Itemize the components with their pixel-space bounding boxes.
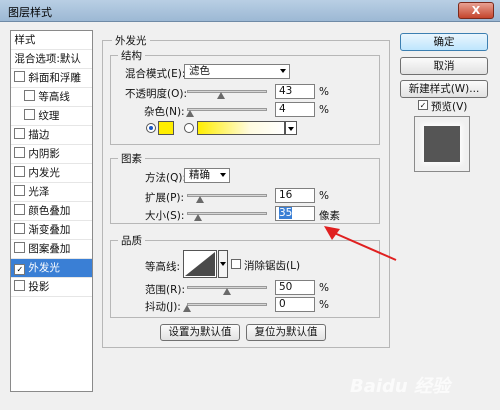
contour-label: 等高线: [145,261,181,273]
preview-checkbox[interactable]: ✓ [418,100,428,110]
checkbox[interactable] [14,242,26,253]
checkbox[interactable] [14,166,26,177]
annotation-arrow [324,226,397,261]
checkbox[interactable] [14,185,26,196]
checkbox-checked[interactable]: ✓ [14,264,26,275]
contour-picker-button[interactable] [218,250,228,278]
glow-gradient-swatch[interactable] [197,121,285,135]
preview-label: 预览(V) [431,101,468,113]
ok-button[interactable]: 确定 [400,33,488,51]
technique-dropdown[interactable]: 精确 [184,168,230,183]
blend-mode-dropdown[interactable]: 滤色 [184,64,290,79]
opacity-slider-track[interactable] [187,90,267,93]
checkbox[interactable] [14,223,26,234]
technique-value: 精确 [189,169,210,181]
solid-color-radio[interactable] [146,123,156,133]
new-style-button[interactable]: 新建样式(W)... [400,80,488,98]
elements-title: 图素 [118,151,145,166]
noise-percent: % [319,104,329,116]
size-input[interactable]: 35 [275,206,315,221]
set-default-button[interactable]: 设置为默认值 [160,324,240,341]
close-button[interactable]: X [458,2,494,19]
noise-label: 杂色(N): [144,106,185,118]
style-item-satin[interactable]: 光泽 [11,183,92,202]
style-item-stroke[interactable]: 描边 [11,126,92,145]
style-item-bevel-emboss[interactable]: 斜面和浮雕 [11,69,92,88]
opacity-input[interactable]: 43 [275,84,315,99]
range-slider-thumb[interactable] [223,288,231,295]
checkbox[interactable] [14,280,26,291]
blend-mode-value: 滤色 [189,65,210,77]
range-input[interactable]: 50 [275,280,315,295]
reset-default-button[interactable]: 复位为默认值 [246,324,326,341]
style-item-color-overlay[interactable]: 颜色叠加 [11,202,92,221]
chevron-down-icon [220,173,226,177]
style-item-outer-glow[interactable]: ✓ 外发光 [11,259,92,278]
range-percent: % [319,282,329,294]
style-item-blending-options[interactable]: 混合选项:默认 [11,50,92,69]
size-slider-thumb[interactable] [194,214,203,221]
checkbox[interactable] [14,128,26,139]
chevron-down-icon [280,69,286,73]
spread-percent: % [319,190,329,202]
spread-input[interactable]: 16 [275,188,315,203]
antialias-checkbox[interactable] [231,259,241,269]
spread-label: 扩展(P): [145,192,185,204]
outer-glow-title: 外发光 [112,33,150,48]
style-preview-box [414,116,470,172]
style-item-gradient-overlay[interactable]: 渐变叠加 [11,221,92,240]
style-item-inner-glow[interactable]: 内发光 [11,164,92,183]
style-list-header[interactable]: 样式 [11,31,92,50]
blend-mode-label: 混合模式(E): [125,68,186,80]
checkbox[interactable] [14,147,26,158]
structure-title: 结构 [118,48,145,63]
glow-color-swatch[interactable] [158,121,174,135]
style-list: 样式 混合选项:默认 斜面和浮雕 等高线 纹理 描边 内阴影 内发光 光泽 颜色… [10,30,93,392]
contour-preview[interactable] [183,250,217,278]
style-item-drop-shadow[interactable]: 投影 [11,278,92,297]
quality-title: 品质 [118,233,145,248]
style-item-texture[interactable]: 纹理 [11,107,92,126]
watermark: Baidu 经验 [350,376,451,397]
chevron-down-icon [288,127,294,131]
style-item-pattern-overlay[interactable]: 图案叠加 [11,240,92,259]
antialias-label: 消除锯齿(L) [244,260,301,272]
window-title: 图层样式 [8,6,52,19]
preview-thumbnail [424,126,460,162]
technique-label: 方法(Q): [145,172,186,184]
checkbox[interactable] [14,204,26,215]
noise-slider-thumb[interactable] [186,110,195,117]
checkbox[interactable] [24,109,36,120]
style-item-inner-shadow[interactable]: 内阴影 [11,145,92,164]
contour-curve-icon [185,252,215,276]
gradient-picker-button[interactable] [285,121,297,135]
range-label: 范围(R): [145,284,186,296]
noise-input[interactable]: 4 [275,102,315,117]
noise-slider-track[interactable] [187,108,267,111]
jitter-slider-track[interactable] [187,303,267,306]
cancel-button[interactable]: 取消 [400,57,488,75]
jitter-input[interactable]: 0 [275,297,315,312]
opacity-slider-thumb[interactable] [217,92,226,99]
jitter-label: 抖动(J): [145,301,181,313]
checkbox[interactable] [14,71,26,82]
gradient-radio[interactable] [184,123,194,133]
chevron-down-icon [220,262,226,266]
jitter-slider-thumb[interactable] [183,305,191,312]
checkbox[interactable] [24,90,36,101]
style-item-contour[interactable]: 等高线 [11,88,92,107]
spread-slider-thumb[interactable] [195,196,204,203]
title-bar [0,0,500,22]
jitter-percent: % [319,299,329,311]
opacity-label: 不透明度(O): [125,88,187,100]
size-label: 大小(S): [145,210,185,222]
opacity-percent: % [319,86,329,98]
